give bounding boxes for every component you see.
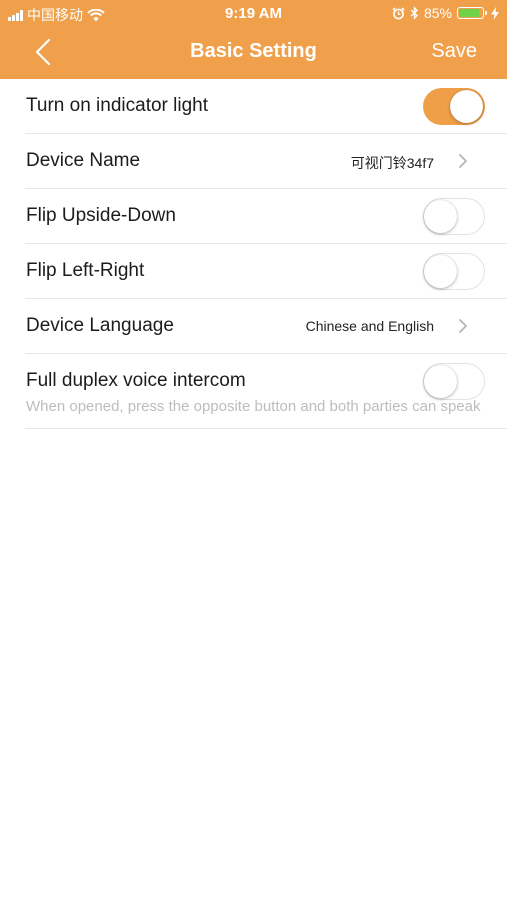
save-button[interactable]: Save xyxy=(431,40,477,63)
bluetooth-icon xyxy=(410,6,418,20)
setting-indicator-light: Turn on indicator light xyxy=(25,79,507,134)
flip-upside-down-toggle[interactable] xyxy=(423,198,485,235)
setting-flip-left-right: Flip Left-Right xyxy=(25,244,507,299)
setting-device-language[interactable]: Device Language Chinese and English xyxy=(25,299,507,354)
flip-upside-down-label: Flip Upside-Down xyxy=(26,205,176,226)
device-language-value: Chinese and English xyxy=(305,318,434,334)
full-duplex-label: Full duplex voice intercom xyxy=(26,370,246,391)
chevron-right-icon xyxy=(459,154,467,168)
header: 中国移动 9:19 AM 85% Basic Setting Save xyxy=(0,0,507,79)
toggle-knob xyxy=(424,255,457,288)
full-duplex-toggle[interactable] xyxy=(423,363,485,400)
device-name-value: 可视门铃34f7 xyxy=(350,155,434,171)
indicator-light-label: Turn on indicator light xyxy=(26,95,209,116)
nav-bar: Basic Setting Save xyxy=(0,28,507,79)
battery-percent: 85% xyxy=(423,5,452,21)
battery-icon xyxy=(457,7,487,19)
device-language-label: Device Language xyxy=(26,315,174,336)
flip-left-right-label: Flip Left-Right xyxy=(26,260,145,281)
alarm-icon xyxy=(392,6,405,19)
charging-icon xyxy=(491,6,499,20)
status-right: 85% xyxy=(392,5,499,21)
setting-device-name[interactable]: Device Name 可视门铃34f7 xyxy=(25,134,507,189)
indicator-light-toggle[interactable] xyxy=(423,88,485,125)
setting-flip-upside-down: Flip Upside-Down xyxy=(25,189,507,244)
toggle-knob xyxy=(450,90,483,123)
full-duplex-description: When opened, press the opposite button a… xyxy=(26,398,481,415)
settings-list: Turn on indicator light Device Name 可视门铃… xyxy=(0,79,507,429)
device-name-label: Device Name xyxy=(26,150,141,171)
toggle-knob xyxy=(424,200,457,233)
flip-left-right-toggle[interactable] xyxy=(423,253,485,290)
status-bar: 中国移动 9:19 AM 85% xyxy=(0,0,507,28)
toggle-knob xyxy=(424,365,457,398)
chevron-right-icon xyxy=(459,319,467,333)
setting-full-duplex: Full duplex voice intercom When opened, … xyxy=(25,354,507,429)
